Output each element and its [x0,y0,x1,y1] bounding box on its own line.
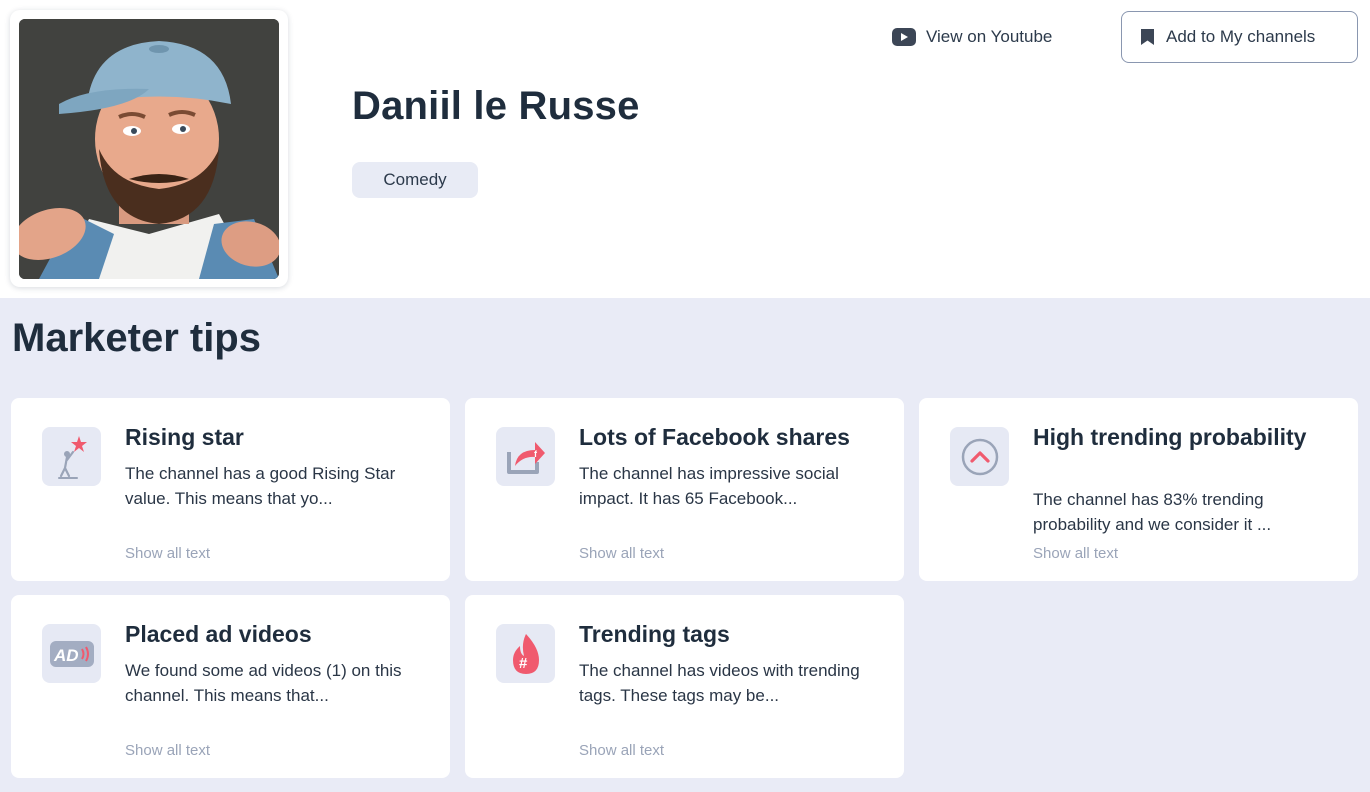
avatar-frame [10,10,288,287]
tip-text: The channel has impressive social impact… [579,464,839,508]
svg-text:#: # [519,655,528,672]
view-on-youtube-link[interactable]: View on Youtube [892,24,1052,50]
tip-text: The channel has videos with trending tag… [579,661,860,705]
tip-text: The channel has 83% trending probability… [1033,490,1272,534]
tip-card-trending-probability: High trending probability The channel ha… [919,398,1358,581]
tip-text: We found some ad videos (1) on this chan… [125,661,402,705]
tip-card-trending-tags: # Trending tags The channel has videos w… [465,595,904,778]
show-all-text-link[interactable]: Show all text [125,742,210,759]
tip-card-ad-videos: AD Placed ad videos We found some ad vid… [11,595,450,778]
show-all-text-link[interactable]: Show all text [579,742,664,759]
youtube-icon [892,28,916,46]
tip-title: Placed ad videos [125,621,312,647]
tip-title: Trending tags [579,621,730,647]
tip-title: Lots of Facebook shares [579,424,850,450]
tip-card-facebook-shares: f Lots of Facebook shares The channel ha… [465,398,904,581]
trending-up-icon [950,427,1009,486]
show-all-text-link[interactable]: Show all text [1033,545,1118,562]
marketer-tips-section: Marketer tips Rising star The channel ha… [0,298,1370,792]
channel-avatar [19,19,279,279]
channel-header: Daniil le Russe Comedy View on Youtube A… [0,0,1370,298]
show-all-text-link[interactable]: Show all text [579,545,664,562]
category-badge[interactable]: Comedy [352,162,478,198]
bookmark-icon [1141,29,1154,45]
add-to-my-channels-label: Add to My channels [1166,27,1316,46]
tip-title: Rising star [125,424,244,450]
add-to-my-channels-button[interactable]: Add to My channels [1121,11,1358,63]
tip-card-rising-star: Rising star The channel has a good Risin… [11,398,450,581]
ad-icon: AD [42,624,101,683]
tip-title: High trending probability [1033,424,1307,450]
view-on-youtube-label: View on Youtube [926,27,1053,46]
channel-name: Daniil le Russe [352,84,640,128]
show-all-text-link[interactable]: Show all text [125,545,210,562]
facebook-share-icon: f [496,427,555,486]
hashtag-flame-icon: # [496,624,555,683]
tip-text: The channel has a good Rising Star value… [125,464,396,508]
section-title: Marketer tips [12,316,261,360]
rising-star-icon [42,427,101,486]
svg-text:AD: AD [53,646,79,665]
